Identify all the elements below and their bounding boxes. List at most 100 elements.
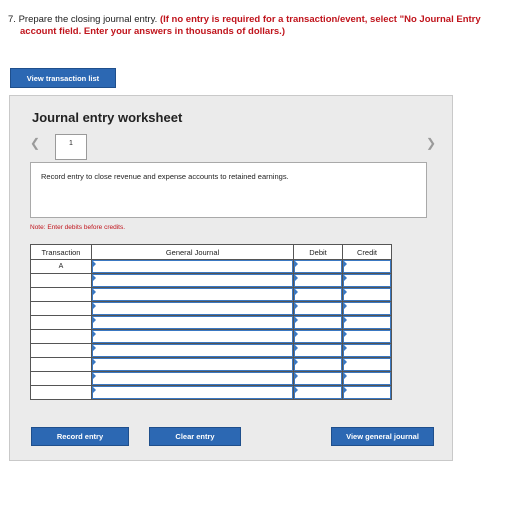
worksheet-title: Journal entry worksheet	[32, 110, 183, 125]
transaction-cell	[30, 343, 92, 358]
debit-input[interactable]	[294, 330, 342, 343]
credit-input-cell	[342, 343, 392, 358]
debit-input[interactable]	[294, 372, 342, 385]
table-row: A	[30, 259, 392, 274]
account-select-cell	[91, 343, 294, 358]
table-row	[30, 357, 392, 372]
account-select[interactable]	[92, 316, 293, 329]
debit-input-cell	[293, 329, 343, 344]
table-row	[30, 343, 392, 358]
table-row	[30, 301, 392, 316]
credit-input[interactable]	[343, 330, 391, 343]
header-credit: Credit	[342, 244, 392, 260]
table-row	[30, 287, 392, 302]
credit-input-cell	[342, 371, 392, 386]
account-select[interactable]	[92, 372, 293, 385]
account-select[interactable]	[92, 274, 293, 287]
debit-input[interactable]	[294, 260, 342, 273]
table-row	[30, 315, 392, 330]
note-text: Note: Enter debits before credits.	[30, 224, 126, 231]
debit-input-cell	[293, 357, 343, 372]
table-row	[30, 329, 392, 344]
account-select[interactable]	[92, 302, 293, 315]
credit-input-cell	[342, 259, 392, 274]
transaction-cell	[30, 301, 92, 316]
debit-input-cell	[293, 315, 343, 330]
credit-input[interactable]	[343, 274, 391, 287]
credit-input[interactable]	[343, 372, 391, 385]
debit-input[interactable]	[294, 288, 342, 301]
debit-input-cell	[293, 273, 343, 288]
transaction-cell	[30, 287, 92, 302]
record-entry-button[interactable]: Record entry	[31, 427, 129, 446]
credit-input[interactable]	[343, 260, 391, 273]
account-select-cell	[91, 273, 294, 288]
transaction-cell	[30, 315, 92, 330]
credit-input-cell	[342, 287, 392, 302]
credit-input-cell	[342, 315, 392, 330]
table-row	[30, 273, 392, 288]
transaction-cell	[30, 357, 92, 372]
debit-input-cell	[293, 385, 343, 400]
journal-entry-table: Transaction General Journal Debit Credit…	[30, 244, 392, 400]
debit-input-cell	[293, 287, 343, 302]
account-select-cell	[91, 371, 294, 386]
credit-input[interactable]	[343, 288, 391, 301]
question-instruction-1: (If no entry is required for a transacti…	[159, 14, 481, 25]
credit-input[interactable]	[343, 316, 391, 329]
view-general-journal-button[interactable]: View general journal	[331, 427, 434, 446]
worksheet-instruction: Record entry to close revenue and expens…	[30, 162, 427, 218]
question-prompt: 7. Prepare the closing journal entry. (I…	[8, 14, 513, 37]
debit-input[interactable]	[294, 302, 342, 315]
account-select[interactable]	[92, 344, 293, 357]
credit-input[interactable]	[343, 344, 391, 357]
credit-input-cell	[342, 357, 392, 372]
question-instruction-2: account field. Enter your answers in tho…	[20, 25, 285, 37]
credit-input-cell	[342, 301, 392, 316]
account-select[interactable]	[92, 330, 293, 343]
transaction-cell: A	[30, 259, 92, 274]
chevron-left-icon[interactable]: ❮	[30, 136, 40, 150]
header-transaction: Transaction	[30, 244, 92, 260]
page-tab-1[interactable]: 1	[55, 134, 87, 160]
credit-input[interactable]	[343, 302, 391, 315]
account-select-cell	[91, 357, 294, 372]
debit-input[interactable]	[294, 344, 342, 357]
account-select-cell	[91, 385, 294, 400]
account-select[interactable]	[92, 288, 293, 301]
account-select-cell	[91, 259, 294, 274]
debit-input-cell	[293, 301, 343, 316]
transaction-cell	[30, 371, 92, 386]
transaction-cell	[30, 329, 92, 344]
debit-input[interactable]	[294, 274, 342, 287]
debit-input-cell	[293, 371, 343, 386]
chevron-right-icon[interactable]: ❯	[426, 136, 436, 150]
transaction-cell	[30, 385, 92, 400]
account-select-cell	[91, 287, 294, 302]
question-number: 7.	[8, 14, 16, 25]
header-general-journal: General Journal	[91, 244, 294, 260]
account-select[interactable]	[92, 358, 293, 371]
account-select-cell	[91, 315, 294, 330]
account-select-cell	[91, 329, 294, 344]
account-select[interactable]	[92, 260, 293, 273]
header-debit: Debit	[293, 244, 343, 260]
table-row	[30, 371, 392, 386]
debit-input-cell	[293, 259, 343, 274]
account-select[interactable]	[92, 386, 293, 399]
debit-input[interactable]	[294, 386, 342, 399]
debit-input[interactable]	[294, 316, 342, 329]
credit-input-cell	[342, 273, 392, 288]
question-text: Prepare the closing journal entry.	[18, 14, 158, 25]
credit-input-cell	[342, 385, 392, 400]
journal-entry-worksheet-panel: Journal entry worksheet ❮ 1 ❯ Record ent…	[9, 95, 453, 461]
account-select-cell	[91, 301, 294, 316]
credit-input-cell	[342, 329, 392, 344]
clear-entry-button[interactable]: Clear entry	[149, 427, 241, 446]
table-row	[30, 385, 392, 400]
credit-input[interactable]	[343, 358, 391, 371]
credit-input[interactable]	[343, 386, 391, 399]
debit-input-cell	[293, 343, 343, 358]
debit-input[interactable]	[294, 358, 342, 371]
view-transaction-list-button[interactable]: View transaction list	[10, 68, 116, 88]
